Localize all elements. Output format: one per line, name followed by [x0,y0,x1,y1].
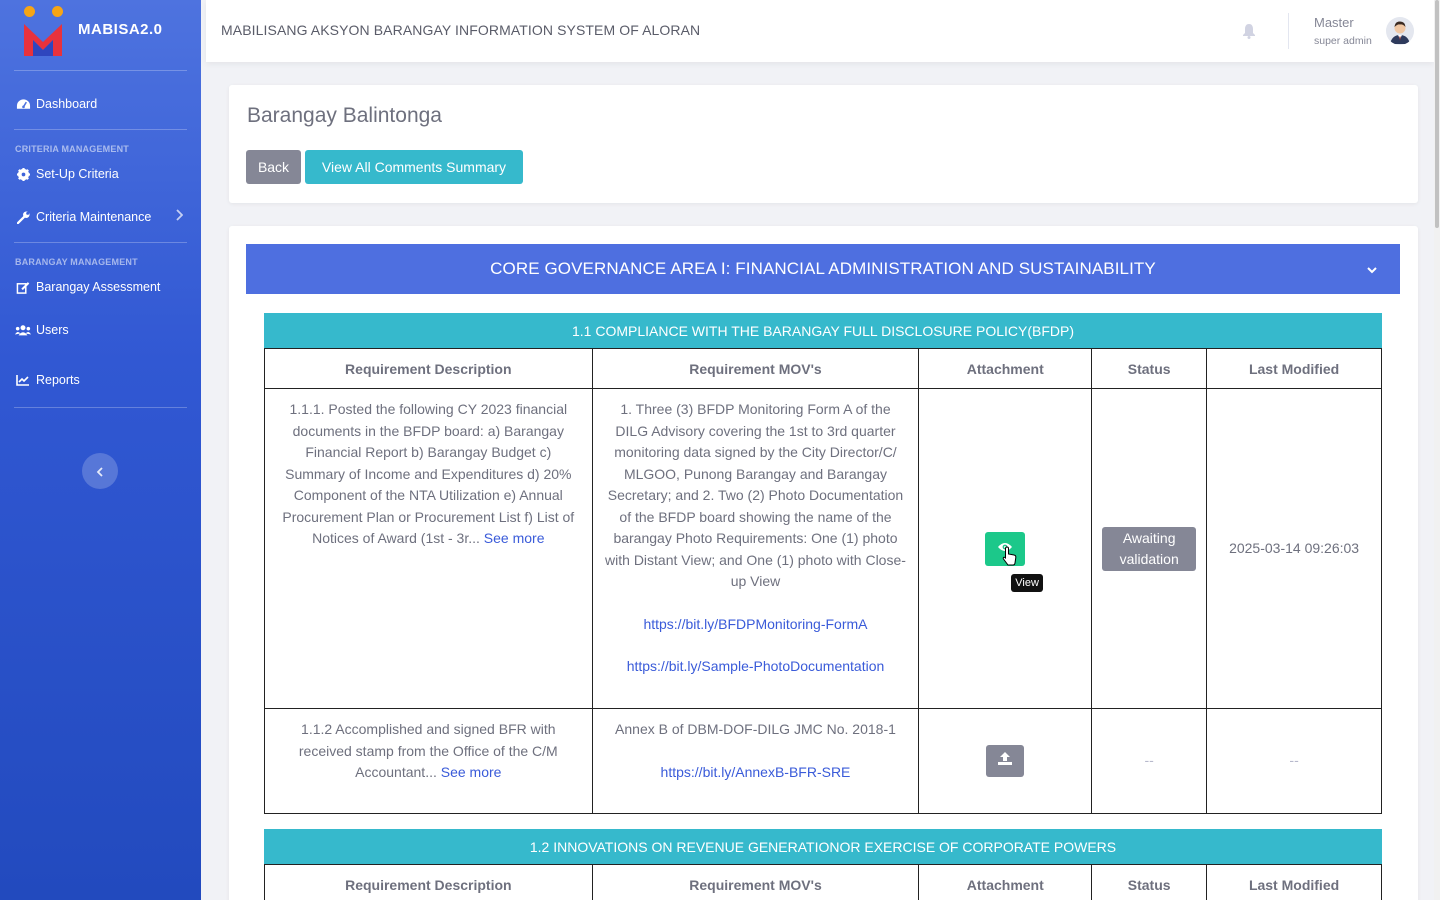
sidebar-item-label: Set-Up Criteria [36,167,119,181]
table-row: 1.1.2 Accomplished and signed BFR with r… [264,708,1382,814]
table-header-row: Requirement Description Requirement MOV'… [264,348,1382,389]
attachment-cell [918,708,1093,814]
requirement-description: 1.1.2 Accomplished and signed BFR with r… [264,708,593,814]
status-badge: Awaiting validation [1102,526,1197,571]
requirement-movs: 1. Three (3) BFDP Monitoring Form A of t… [591,388,920,709]
assessment-card: CORE GOVERNANCE AREA I: FINANCIAL ADMINI… [229,226,1418,900]
avatar[interactable] [1386,17,1414,45]
bell-icon[interactable] [1242,23,1256,43]
user-name[interactable]: Master [1314,15,1354,30]
view-tooltip: View [1011,573,1043,592]
column-header: Requirement Description [264,864,593,900]
tachometer-icon [15,97,31,111]
user-role: super admin [1314,35,1372,47]
chart-line-icon [15,373,31,387]
page-scrollbar[interactable] [1434,0,1440,900]
sidebar-item-criteria-maintenance[interactable]: Criteria Maintenance [0,192,201,242]
mov-link[interactable]: https://bit.ly/BFDPMonitoring-FormA [603,614,909,636]
sidebar-toggle-button[interactable] [82,453,118,489]
sidebar: MABISA2.0 Dashboard CRITERIA MANAGEMENT … [0,0,201,900]
mov-link[interactable]: https://bit.ly/Sample-PhotoDocumentation [603,656,909,678]
sidebar-heading-criteria: CRITERIA MANAGEMENT [15,144,129,154]
governance-area-title: CORE GOVERNANCE AREA I: FINANCIAL ADMINI… [490,259,1156,278]
sidebar-item-barangay-assessment[interactable]: Barangay Assessment [0,271,201,303]
gear-icon [15,167,31,181]
attachment-cell: View [918,388,1093,709]
pointer-cursor-icon [1002,545,1018,573]
mov-link[interactable]: https://bit.ly/AnnexB-BFR-SRE [603,762,909,784]
brand[interactable]: MABISA2.0 [0,0,201,70]
column-header: Attachment [918,864,1093,900]
sidebar-item-label: Users [36,323,69,337]
sidebar-item-dashboard[interactable]: Dashboard [0,79,201,129]
logo-dot [52,6,63,17]
column-header: Requirement MOV's [591,864,920,900]
back-button[interactable]: Back [246,150,301,184]
requirements-table: Requirement Description Requirement MOV'… [264,348,1382,814]
system-title: MABILISANG AKSYON BARANGAY INFORMATION S… [221,22,701,38]
sidebar-item-label: Dashboard [36,97,98,111]
brand-name: MABISA2.0 [78,20,163,38]
last-modified-cell: 2025-03-14 09:26:03 [1206,388,1382,709]
column-header: Status [1091,348,1208,389]
movs-text: Annex B of DBM-DOF-DILG JMC No. 2018-1 [615,721,896,737]
requirements-table: Requirement Description Requirement MOV'… [264,864,1382,900]
section-title: 1.1 COMPLIANCE WITH THE BARANGAY FULL DI… [264,313,1382,348]
requirement-description: 1.1.1. Posted the following CY 2023 fina… [264,388,593,709]
chevron-left-icon [96,462,104,481]
sidebar-item-reports[interactable]: Reports [0,355,201,405]
movs-text: 1. Three (3) BFDP Monitoring Form A of t… [605,401,906,589]
wrench-icon [15,210,31,224]
barangay-header-card: Barangay Balintonga Back View All Commen… [229,85,1418,203]
sidebar-item-label: Reports [36,373,80,387]
view-attachment-button[interactable]: View [985,531,1043,592]
description-text: 1.1.1. Posted the following CY 2023 fina… [282,401,575,546]
sidebar-heading-barangay: BARANGAY MANAGEMENT [15,257,138,267]
view-all-comments-button[interactable]: View All Comments Summary [305,150,523,184]
status-cell: -- [1091,708,1208,814]
page-title: Barangay Balintonga [247,104,442,127]
users-icon [15,323,31,337]
sidebar-item-setup-criteria[interactable]: Set-Up Criteria [0,158,201,190]
column-header: Last Modified [1206,348,1382,389]
topbar: MABILISANG AKSYON BARANGAY INFORMATION S… [206,0,1434,62]
table-row: 1.1.1. Posted the following CY 2023 fina… [264,388,1382,709]
column-header: Status [1091,864,1208,900]
column-header: Requirement Description [264,348,593,389]
see-more-link[interactable]: See more [441,764,502,780]
status-cell: Awaiting validation [1091,388,1208,709]
topbar-divider [1288,13,1289,49]
edit-icon [15,280,31,294]
sidebar-item-label: Criteria Maintenance [36,210,152,224]
column-header: Last Modified [1206,864,1382,900]
last-modified-cell: -- [1206,708,1382,814]
column-header: Requirement MOV's [591,348,920,389]
section-title: 1.2 INNOVATIONS ON REVENUE GENERATIONOR … [264,829,1382,864]
sidebar-divider [14,407,187,408]
description-text: 1.1.2 Accomplished and signed BFR with r… [298,721,558,780]
chevron-right-icon [175,209,184,224]
logo-m-icon [24,24,62,56]
sidebar-divider [14,70,187,71]
requirement-movs: Annex B of DBM-DOF-DILG JMC No. 2018-1 h… [591,708,920,814]
sidebar-item-users[interactable]: Users [0,305,201,355]
chevron-down-icon[interactable] [1366,260,1378,280]
column-header: Attachment [918,348,1093,389]
upload-attachment-button[interactable] [986,745,1025,777]
scrollbar-thumb[interactable] [1435,0,1439,228]
table-header-row: Requirement Description Requirement MOV'… [264,864,1382,900]
sidebar-item-label: Barangay Assessment [36,280,161,294]
logo-dot [24,6,35,17]
brand-logo [22,6,66,66]
see-more-link[interactable]: See more [484,530,545,546]
governance-area-header[interactable]: CORE GOVERNANCE AREA I: FINANCIAL ADMINI… [246,244,1400,294]
upload-icon [998,750,1013,772]
